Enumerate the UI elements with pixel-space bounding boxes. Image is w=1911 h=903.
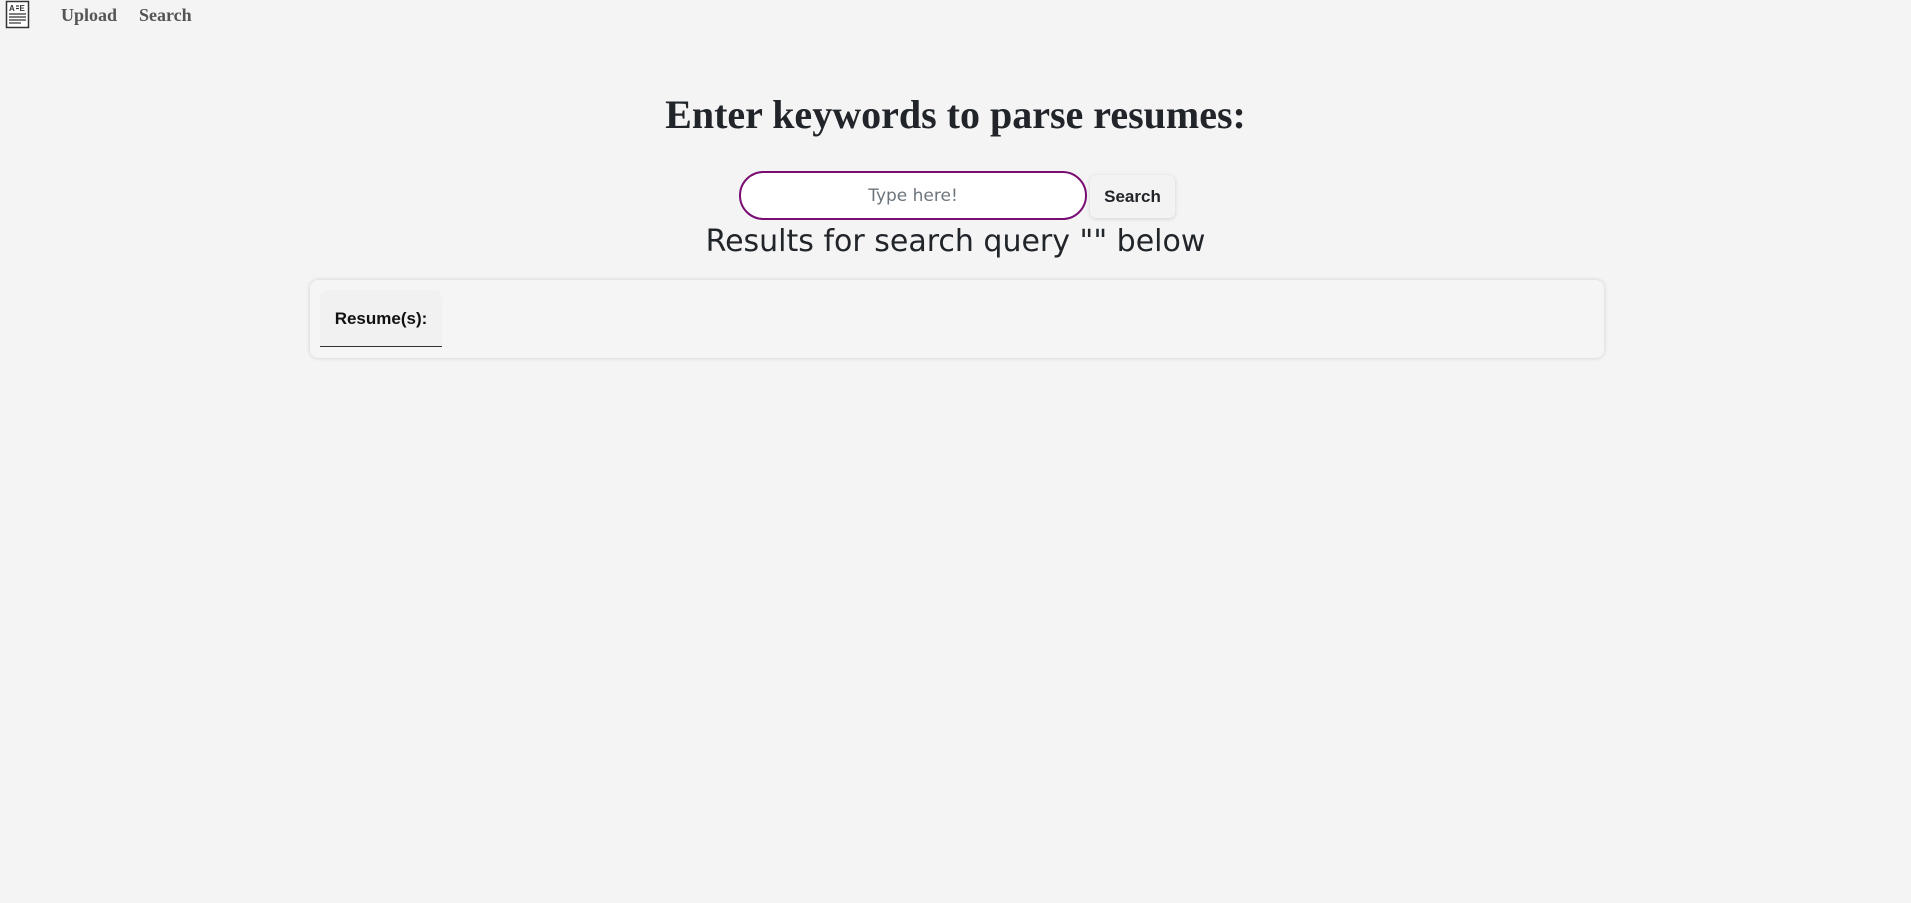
results-card: Resume(s): bbox=[310, 280, 1604, 358]
nav-link-search[interactable]: Search bbox=[139, 5, 192, 26]
search-input[interactable] bbox=[739, 171, 1087, 220]
top-navbar: A E Upload Search bbox=[0, 0, 1911, 30]
svg-text:E: E bbox=[20, 4, 26, 13]
page-title: Enter keywords to parse resumes: bbox=[665, 92, 1246, 137]
search-button[interactable]: Search bbox=[1090, 175, 1175, 218]
resume-document-icon[interactable]: A E bbox=[5, 0, 30, 29]
results-heading: Results for search query "" below bbox=[705, 224, 1206, 259]
tab-resumes[interactable]: Resume(s): bbox=[320, 290, 442, 347]
nav-link-upload[interactable]: Upload bbox=[61, 5, 117, 26]
svg-text:A: A bbox=[9, 4, 15, 13]
